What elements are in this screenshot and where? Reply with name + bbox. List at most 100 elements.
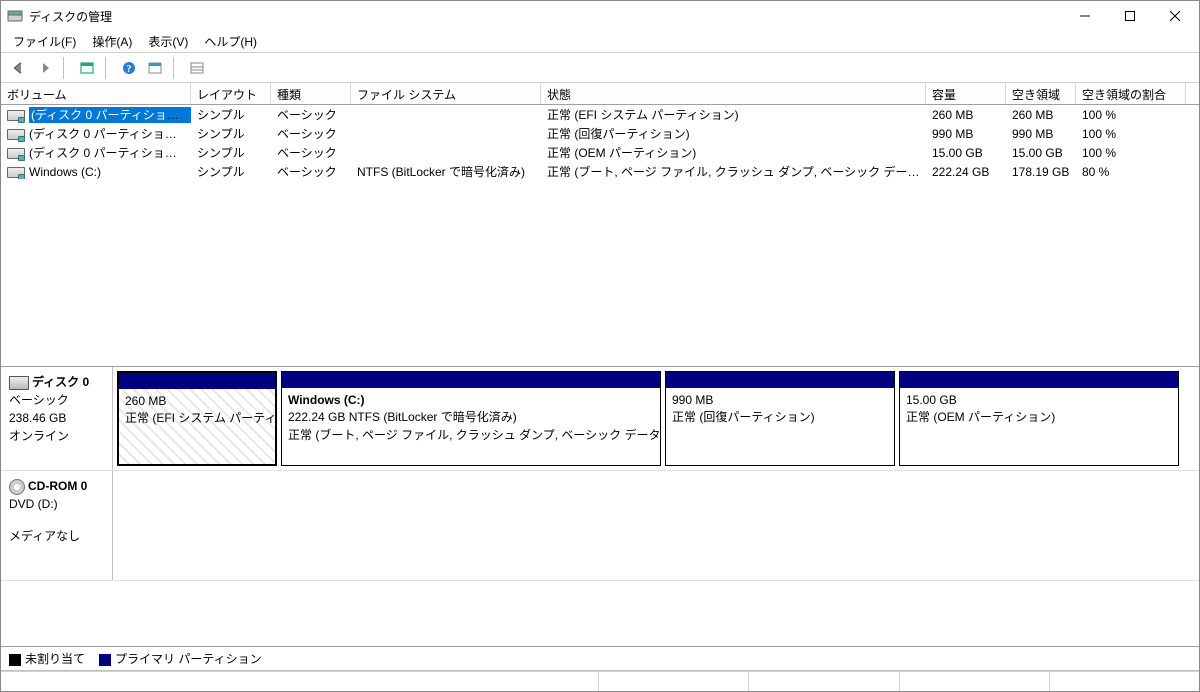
- volume-name: (ディスク 0 パーティション 1): [29, 107, 191, 123]
- volume-icon: [7, 167, 25, 178]
- menubar: ファイル(F) 操作(A) 表示(V) ヘルプ(H): [1, 31, 1199, 53]
- volume-layout: シンプル: [191, 125, 271, 142]
- partition-container: 260 MB正常 (EFI システム パーティション)Windows (C:)2…: [113, 367, 1199, 470]
- forward-button[interactable]: [33, 56, 57, 80]
- legend-swatch-unallocated: [9, 654, 21, 666]
- volume-pct: 100 %: [1076, 127, 1186, 141]
- partition-size: 15.00 GB: [906, 392, 1172, 409]
- partition[interactable]: 15.00 GB正常 (OEM パーティション): [899, 371, 1179, 466]
- volume-pct: 100 %: [1076, 146, 1186, 160]
- partition-header: [666, 372, 894, 388]
- close-button[interactable]: [1152, 1, 1197, 31]
- partition[interactable]: Windows (C:)222.24 GB NTFS (BitLocker で暗…: [281, 371, 661, 466]
- volume-capacity: 260 MB: [926, 108, 1006, 122]
- column-header-type[interactable]: 種類: [271, 83, 351, 104]
- volume-free: 15.00 GB: [1006, 146, 1076, 160]
- volume-status: 正常 (OEM パーティション): [541, 144, 926, 161]
- refresh-button[interactable]: [75, 56, 99, 80]
- titlebar: ディスクの管理: [1, 1, 1199, 31]
- column-header-capacity[interactable]: 容量: [926, 83, 1006, 104]
- partition-title: Windows (C:): [288, 392, 654, 409]
- settings-button[interactable]: [143, 56, 167, 80]
- statusbar-cell: [598, 672, 748, 691]
- partition-size: 222.24 GB NTFS (BitLocker で暗号化済み): [288, 409, 654, 426]
- statusbar-cell: [1049, 672, 1199, 691]
- maximize-button[interactable]: [1107, 1, 1152, 31]
- menu-view[interactable]: 表示(V): [140, 31, 196, 52]
- disk-info[interactable]: CD-ROM 0DVD (D:)メディアなし: [1, 471, 113, 580]
- disk-row: ディスク 0ベーシック238.46 GBオンライン260 MB正常 (EFI シ…: [1, 367, 1199, 471]
- volume-list-header: ボリューム レイアウト 種類 ファイル システム 状態 容量 空き領域 空き領域…: [1, 83, 1199, 105]
- volume-filesystem: NTFS (BitLocker で暗号化済み): [351, 163, 541, 180]
- volume-icon: [7, 110, 25, 121]
- minimize-button[interactable]: [1062, 1, 1107, 31]
- window-buttons: [1062, 1, 1197, 31]
- column-header-status[interactable]: 状態: [541, 83, 926, 104]
- app-icon: [7, 8, 23, 24]
- legend-unallocated: 未割り当て: [9, 650, 85, 667]
- disk-type: DVD (D:): [9, 495, 104, 513]
- statusbar: [1, 671, 1199, 691]
- statusbar-cell: [899, 672, 1049, 691]
- legend-swatch-primary: [99, 654, 111, 666]
- volume-status: 正常 (回復パーティション): [541, 125, 926, 142]
- partition-header: [282, 372, 660, 388]
- volume-layout: シンプル: [191, 163, 271, 180]
- volume-type: ベーシック: [271, 106, 351, 123]
- volume-free: 260 MB: [1006, 108, 1076, 122]
- partition[interactable]: 990 MB正常 (回復パーティション): [665, 371, 895, 466]
- volume-status: 正常 (EFI システム パーティション): [541, 106, 926, 123]
- partition-size: 990 MB: [672, 392, 888, 409]
- column-header-layout[interactable]: レイアウト: [191, 83, 271, 104]
- legend-label-unallocated: 未割り当て: [25, 652, 85, 666]
- volume-name: Windows (C:): [29, 165, 101, 179]
- volume-layout: シンプル: [191, 106, 271, 123]
- menu-file[interactable]: ファイル(F): [5, 31, 84, 52]
- menu-action[interactable]: 操作(A): [84, 31, 140, 52]
- statusbar-cell: [1, 672, 598, 691]
- back-button[interactable]: [7, 56, 31, 80]
- partition-status: 正常 (回復パーティション): [672, 409, 888, 426]
- disk-info[interactable]: ディスク 0ベーシック238.46 GBオンライン: [1, 367, 113, 470]
- menu-help[interactable]: ヘルプ(H): [196, 31, 265, 52]
- toolbar-separator: [173, 57, 179, 79]
- window-title: ディスクの管理: [29, 8, 1062, 25]
- disk-title: ディスク 0: [32, 375, 89, 389]
- disk-row: CD-ROM 0DVD (D:)メディアなし: [1, 471, 1199, 581]
- legend-primary: プライマリ パーティション: [99, 650, 262, 667]
- toolbar: ?: [1, 53, 1199, 83]
- volume-free: 990 MB: [1006, 127, 1076, 141]
- disk-type: ベーシック: [9, 391, 104, 409]
- volume-row[interactable]: Windows (C:) シンプルベーシックNTFS (BitLocker で暗号…: [1, 162, 1199, 181]
- statusbar-cell: [748, 672, 898, 691]
- partition[interactable]: 260 MB正常 (EFI システム パーティション): [117, 371, 277, 466]
- window: ディスクの管理 ファイル(F) 操作(A) 表示(V) ヘルプ(H): [0, 0, 1200, 692]
- column-header-pct[interactable]: 空き領域の割合: [1076, 83, 1186, 104]
- volume-icon: [7, 129, 25, 140]
- volume-capacity: 222.24 GB: [926, 165, 1006, 179]
- toolbar-separator: [63, 57, 69, 79]
- disk-state: オンライン: [9, 427, 104, 445]
- volume-capacity: 15.00 GB: [926, 146, 1006, 160]
- partition-status: 正常 (ブート, ページ ファイル, クラッシュ ダンプ, ベーシック データ …: [288, 427, 654, 444]
- svg-text:?: ?: [127, 64, 132, 75]
- volume-type: ベーシック: [271, 125, 351, 142]
- help-button[interactable]: ?: [117, 56, 141, 80]
- column-header-volume[interactable]: ボリューム: [1, 83, 191, 104]
- list-button[interactable]: [185, 56, 209, 80]
- volume-capacity: 990 MB: [926, 127, 1006, 141]
- volume-row[interactable]: (ディスク 0 パーティション 4)シンプルベーシック正常 (回復パーティション…: [1, 124, 1199, 143]
- column-header-filesystem[interactable]: ファイル システム: [351, 83, 541, 104]
- partition-size: 260 MB: [125, 393, 269, 410]
- column-header-free[interactable]: 空き領域: [1006, 83, 1076, 104]
- volume-type: ベーシック: [271, 163, 351, 180]
- partition-container: [113, 471, 1199, 580]
- disk-icon: [9, 376, 29, 390]
- disk-title: CD-ROM 0: [28, 479, 87, 493]
- volume-pct: 100 %: [1076, 108, 1186, 122]
- volume-row[interactable]: (ディスク 0 パーティション 5)シンプルベーシック正常 (OEM パーティシ…: [1, 143, 1199, 162]
- volume-row[interactable]: (ディスク 0 パーティション 1)シンプルベーシック 正常 (EFI システム …: [1, 105, 1199, 124]
- volume-list: ボリューム レイアウト 種類 ファイル システム 状態 容量 空き領域 空き領域…: [1, 83, 1199, 367]
- legend-label-primary: プライマリ パーティション: [115, 652, 262, 666]
- volume-list-body[interactable]: (ディスク 0 パーティション 1)シンプルベーシック正常 (EFI システム …: [1, 105, 1199, 366]
